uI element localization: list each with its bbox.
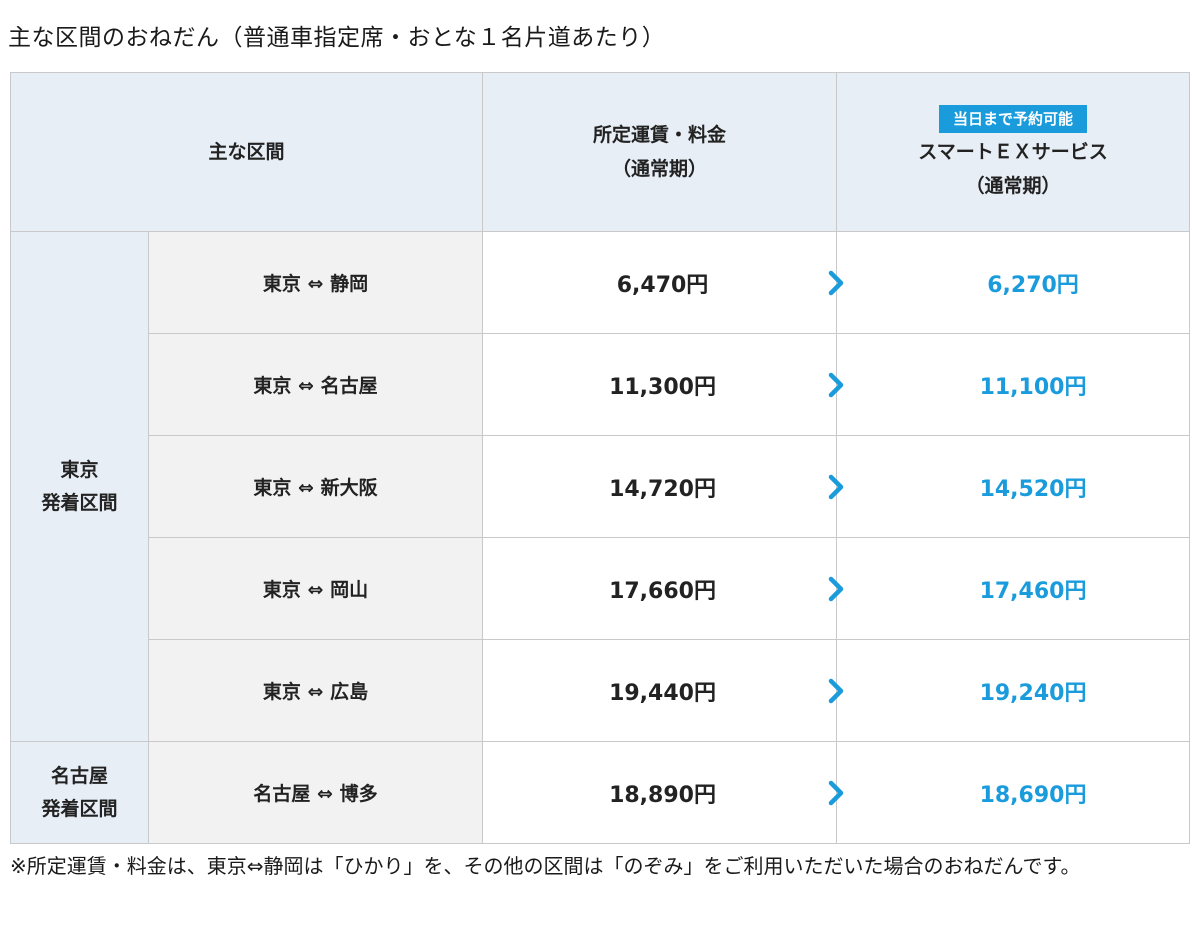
header-section: 主な区間	[9, 72, 484, 232]
route-cell: 東京 ⇔ 静岡	[147, 231, 484, 334]
table-row: 東京 ⇔ 名古屋 11,300円 11,100円	[11, 333, 1191, 436]
smart-ex-fare-cell: 14,520円	[836, 435, 1191, 538]
smart-ex-fare-cell: 11,100円	[836, 333, 1191, 436]
header-smart-label: スマートＥＸサービス	[918, 141, 1108, 163]
route-cell: 東京 ⇔ 広島	[147, 639, 484, 742]
regular-fare-cell: 14,720円	[482, 435, 844, 538]
smart-ex-fare-cell: 18,690円	[836, 741, 1191, 844]
route-label: 東京 ⇔ 岡山	[262, 579, 369, 601]
group-label-line2: 発着区間	[41, 797, 118, 820]
smart-ex-fare-price: 14,520円	[979, 476, 1087, 502]
regular-fare-price: 18,890円	[609, 782, 716, 808]
table-row: 東京 ⇔ 岡山 17,660円 17,460円	[11, 537, 1191, 640]
route-label: 東京 ⇔ 名古屋	[253, 375, 378, 397]
smart-ex-fare-price: 17,460円	[979, 578, 1087, 604]
table-row: 東京 ⇔ 新大阪 14,720円 14,520円	[11, 435, 1191, 538]
table-row: 東京 ⇔ 広島 19,440円 19,240円	[11, 639, 1191, 742]
chevron-right-icon	[827, 576, 845, 602]
smart-ex-fare-price: 6,270円	[987, 272, 1079, 298]
group-label-line1: 東京	[60, 458, 99, 481]
route-label: 名古屋 ⇔ 博多	[253, 783, 378, 805]
page-title: 主な区間のおねだん（普通車指定席・おとな１名片道あたり）	[8, 25, 666, 52]
route-cell: 東京 ⇔ 新大阪	[147, 435, 484, 538]
regular-fare-price: 19,440円	[609, 680, 716, 706]
route-label: 東京 ⇔ 静岡	[262, 273, 369, 295]
header-regular-fare: 所定運賃・料金 （通常期）	[482, 72, 838, 232]
group-label-cell: 名古屋 発着区間	[10, 741, 149, 844]
route-cell: 東京 ⇔ 岡山	[147, 537, 484, 640]
table-row: 東京発着区間 東京 ⇔ 静岡 6,470円 6,270円	[10, 231, 1191, 742]
header-regular-period: （通常期）	[612, 158, 708, 180]
chevron-right-icon	[827, 678, 845, 704]
table-header-row: 主な区間 所定運賃・料金 （通常期） 当日まで予約可能 スマートＥＸサービス （…	[9, 72, 1191, 232]
header-smart-period: （通常期）	[965, 175, 1061, 197]
smart-ex-fare-cell: 6,270円	[836, 231, 1191, 334]
regular-fare-price: 11,300円	[609, 374, 716, 400]
regular-fare-price: 17,660円	[609, 578, 716, 604]
chevron-right-icon	[827, 474, 845, 500]
group-label-cell: 東京 発着区間	[10, 231, 149, 742]
smart-ex-fare-price: 18,690円	[979, 782, 1087, 808]
regular-fare-cell: 17,660円	[482, 537, 844, 640]
fare-table: 主な区間 所定運賃・料金 （通常期） 当日まで予約可能 スマートＥＸサービス （…	[9, 72, 1191, 844]
chevron-right-icon	[827, 270, 845, 296]
header-smart-ex: 当日まで予約可能 スマートＥＸサービス （通常期）	[836, 72, 1191, 232]
regular-fare-cell: 18,890円	[482, 741, 844, 844]
smart-ex-fare-price: 11,100円	[979, 374, 1087, 400]
regular-fare-cell: 19,440円	[482, 639, 844, 742]
regular-fare-price: 14,720円	[609, 476, 716, 502]
header-section-label: 主な区間	[208, 141, 285, 163]
group-label-line2: 発着区間	[41, 491, 118, 514]
route-label: 東京 ⇔ 広島	[262, 681, 369, 703]
fare-footnote: ※所定運賃・料金は、東京⇔静岡は「ひかり」を、その他の区間は「のぞみ」をご利用い…	[10, 854, 1081, 878]
same-day-booking-badge: 当日まで予約可能	[939, 105, 1088, 133]
table-row: 名古屋発着区間 名古屋 ⇔ 博多 18,890円 18,690円	[10, 741, 1191, 844]
chevron-right-icon	[827, 780, 845, 806]
regular-fare-cell: 6,470円	[482, 231, 844, 334]
route-cell: 名古屋 ⇔ 博多	[147, 741, 484, 844]
chevron-right-icon	[827, 372, 845, 398]
route-label: 東京 ⇔ 新大阪	[253, 477, 378, 499]
header-regular-label: 所定運賃・料金	[593, 124, 727, 146]
route-cell: 東京 ⇔ 名古屋	[147, 333, 484, 436]
regular-fare-cell: 11,300円	[482, 333, 844, 436]
smart-ex-fare-price: 19,240円	[979, 680, 1087, 706]
smart-ex-fare-cell: 17,460円	[836, 537, 1191, 640]
smart-ex-fare-cell: 19,240円	[836, 639, 1191, 742]
regular-fare-price: 6,470円	[616, 272, 709, 298]
group-label-line1: 名古屋	[50, 764, 108, 787]
